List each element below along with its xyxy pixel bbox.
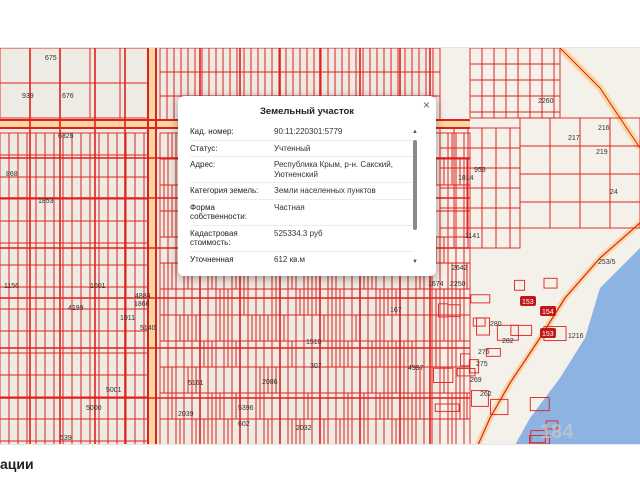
parcel-number-label: 1866 [134, 301, 150, 308]
parcel-number-label: 6326 [58, 133, 74, 140]
popup-row-label: Кадастровая стоимость: [190, 228, 238, 248]
map-watermark: 184 [540, 421, 574, 443]
parcel-number-label: 2039 [178, 411, 194, 418]
parcel-number-label: 2642 [452, 265, 468, 272]
popup-row: Кад. номер: 90:11:220301:5779 [190, 124, 414, 141]
parcel-number-label: 307 [310, 363, 322, 370]
parcel-number-label: 216 [598, 125, 610, 132]
parcel-number-label: 269 [470, 377, 482, 384]
parcel-number-label: 1510 [306, 339, 322, 346]
parcel-number-label: 959 [474, 167, 486, 174]
popup-row-label: Форма собственности: [190, 202, 247, 222]
parcel-info-popup[interactable]: Земельный участок × Кад. номер: 90:11:220… [178, 96, 436, 276]
parcel-number-label: 676 [62, 93, 74, 100]
popup-row-value: 525334.3 руб [274, 228, 323, 238]
popup-row-value: Земли населенных пунктов [274, 186, 376, 195]
parcel-number-label: 602 [238, 421, 250, 428]
popup-row-label: Адрес: [190, 160, 216, 169]
bottom-strip [0, 444, 640, 481]
parcel-number-label: 282 [502, 338, 514, 345]
parcel-number-label: 2086 [262, 379, 278, 386]
popup-row-label: Уточненная площадь: [190, 254, 234, 267]
parcel-number-label: 253/5 [598, 259, 616, 266]
popup-row-label: Категория земель: [190, 186, 259, 195]
parcel-number-label: 5140 [140, 325, 156, 332]
top-strip [0, 0, 640, 47]
parcel-number-label: 1001 [90, 283, 106, 290]
parcel-number-label: 5396 [238, 405, 254, 412]
parcel-number-label: 2260 [538, 98, 554, 105]
popup-row-value: 612 кв.м [274, 254, 306, 264]
parcel-number-label: 1216 [568, 333, 584, 340]
parcel-badge-label: 153 [522, 299, 534, 306]
popup-title: Земельный участок [259, 106, 355, 117]
scroll-up-arrow-icon[interactable]: ▲ [410, 128, 420, 136]
parcel-number-label: 1156 [4, 283, 19, 290]
parcel-badge-label: 153 [542, 331, 554, 338]
parcel-badge-label: 154 [542, 309, 554, 316]
parcel-number-label: 167 [390, 307, 402, 314]
popup-row-label: Кад. номер: [190, 127, 234, 136]
popup-row: Статус: Учтенный [190, 141, 414, 157]
parcel-number-label: 2250 [450, 281, 466, 288]
parcel-number-label: 219 [596, 149, 608, 156]
parcel-number-label: 1853 [38, 198, 54, 205]
popup-row: Уточненная площадь: 612 кв.м [190, 252, 414, 267]
popup-row-value: Республика Крым, р-н. Сакский, Уютненски… [274, 160, 393, 179]
parcel-number-label: 675 [45, 55, 57, 62]
parcel-number-label: 4199 [68, 305, 84, 312]
parcel-number-label: 1674 [428, 281, 444, 288]
parcel-number-label: 2032 [296, 425, 312, 432]
parcel-number-label: 276 [478, 349, 490, 356]
popup-row: Адрес: Республика Крым, р-н. Сакский, Уют… [190, 157, 414, 183]
popup-row: Кадастровая стоимость: 525334.3 руб [190, 226, 414, 252]
section-title: ации [0, 456, 34, 472]
parcel-number-label: 217 [568, 135, 580, 142]
popup-row-value: Учтенный [274, 143, 311, 153]
scroll-down-arrow-icon[interactable]: ▼ [410, 258, 420, 266]
parcel-number-label: 262 [480, 391, 492, 398]
parcel-number-label: 4884 [135, 293, 151, 300]
parcel-number-label: 280 [490, 321, 502, 328]
parcel-number-label: 539 [60, 435, 72, 442]
popup-row: Категория земель: Земли населенных пункто… [190, 183, 414, 200]
popup-row-value: Частная [274, 202, 305, 212]
main-road-vertical [148, 48, 156, 445]
parcel-number-label: 939 [22, 93, 34, 100]
parcel-number-label: 1011 [120, 315, 135, 322]
scroll-thumb[interactable] [413, 140, 417, 230]
parcel-number-label: 1141 [465, 233, 480, 240]
parcel-number-label: 5000 [86, 405, 102, 412]
popup-row-value: 90:11:220301:5779 [274, 127, 343, 136]
popup-scroll-area[interactable]: Кад. номер: 90:11:220301:5779 Статус: Учтен… [190, 124, 414, 266]
parcel-number-label: 5001 [106, 387, 122, 394]
parcel-number-label: 5161 [188, 380, 204, 387]
parcel-number-label: 1814 [458, 175, 474, 182]
parcel-number-label: 24 [610, 189, 618, 196]
parcel-number-label: 4997 [408, 365, 424, 372]
close-icon[interactable]: × [423, 99, 430, 111]
parcel-number-label: 275 [476, 361, 488, 368]
parcel-number-label: 868 [6, 171, 18, 178]
popup-row-label: Статус: [190, 143, 218, 153]
popup-row: Форма собственности: Частная [190, 200, 414, 226]
popup-scrollbar[interactable]: ▲ ▼ [410, 128, 420, 266]
